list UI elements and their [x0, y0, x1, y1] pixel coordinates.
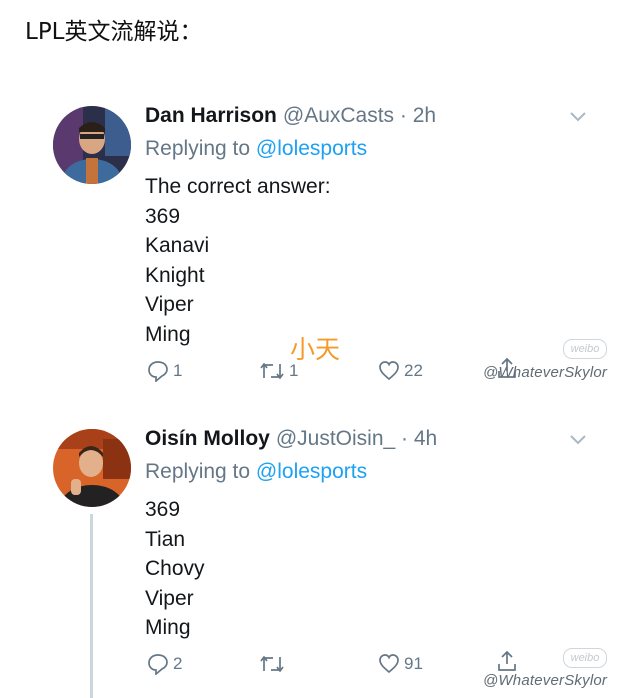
- reply-button[interactable]: 1: [147, 360, 182, 382]
- retweet-icon: [260, 655, 284, 673]
- share-icon: [498, 650, 516, 671]
- body-line: Viper: [145, 293, 194, 316]
- like-button[interactable]: 91: [378, 653, 423, 674]
- replying-prefix: Replying to: [145, 460, 251, 483]
- body-line: Tian: [145, 527, 186, 551]
- reply-button[interactable]: 2: [147, 653, 182, 675]
- chevron-down-icon[interactable]: [569, 434, 587, 446]
- body-line: Chovy: [145, 557, 205, 580]
- watermark: @WhateverSkylor: [483, 364, 608, 381]
- body-line: 369: [145, 204, 181, 228]
- like-count: 91: [404, 653, 423, 673]
- reply-count: 2: [173, 654, 183, 673]
- avatar-photo: [53, 106, 131, 184]
- replying-to-link[interactable]: @lolesports: [256, 137, 367, 160]
- body-line: Knight: [145, 263, 205, 287]
- handle-time: @AuxCasts · 2h: [282, 104, 437, 127]
- tweet-body: 369 Tian Chovy Viper Ming: [145, 495, 205, 643]
- heart-icon: [379, 361, 399, 381]
- heart-icon: [379, 654, 399, 674]
- page-header: LPL英文流解说：: [25, 19, 203, 45]
- avatar-photo: [53, 429, 131, 507]
- replying-prefix: Replying to: [145, 137, 251, 160]
- reply-icon: [148, 654, 168, 675]
- body-line: Ming: [145, 616, 191, 639]
- retweet-icon: [260, 362, 284, 380]
- replying-to-link[interactable]: @lolesports: [256, 460, 367, 483]
- reply-icon: [148, 361, 168, 382]
- thread-line: [90, 514, 93, 698]
- watermark: @WhateverSkylor: [483, 672, 608, 689]
- retweet-button[interactable]: [259, 654, 289, 674]
- like-button[interactable]: 22: [378, 360, 423, 381]
- overlay-label: 小天: [290, 335, 341, 364]
- avatar[interactable]: [53, 106, 131, 184]
- handle-time: @JustOisin_ · 4h: [275, 427, 438, 450]
- display-name[interactable]: Oisín Molloy: [145, 427, 270, 450]
- like-count: 22: [404, 360, 423, 380]
- display-name[interactable]: Dan Harrison: [145, 104, 277, 127]
- body-line: Kanavi: [145, 234, 210, 257]
- body-line: The correct answer:: [145, 175, 331, 198]
- body-line: 369: [145, 498, 181, 521]
- tweet-body: The correct answer: 369 Kanavi Knight Vi…: [145, 172, 331, 349]
- share-button[interactable]: [497, 650, 517, 672]
- reply-count: 1: [173, 361, 183, 380]
- chevron-down-icon[interactable]: [569, 111, 587, 123]
- watermark-logo: weibo: [563, 648, 607, 668]
- watermark-logo: weibo: [563, 339, 607, 359]
- avatar[interactable]: [53, 429, 131, 507]
- body-line: Viper: [145, 586, 194, 610]
